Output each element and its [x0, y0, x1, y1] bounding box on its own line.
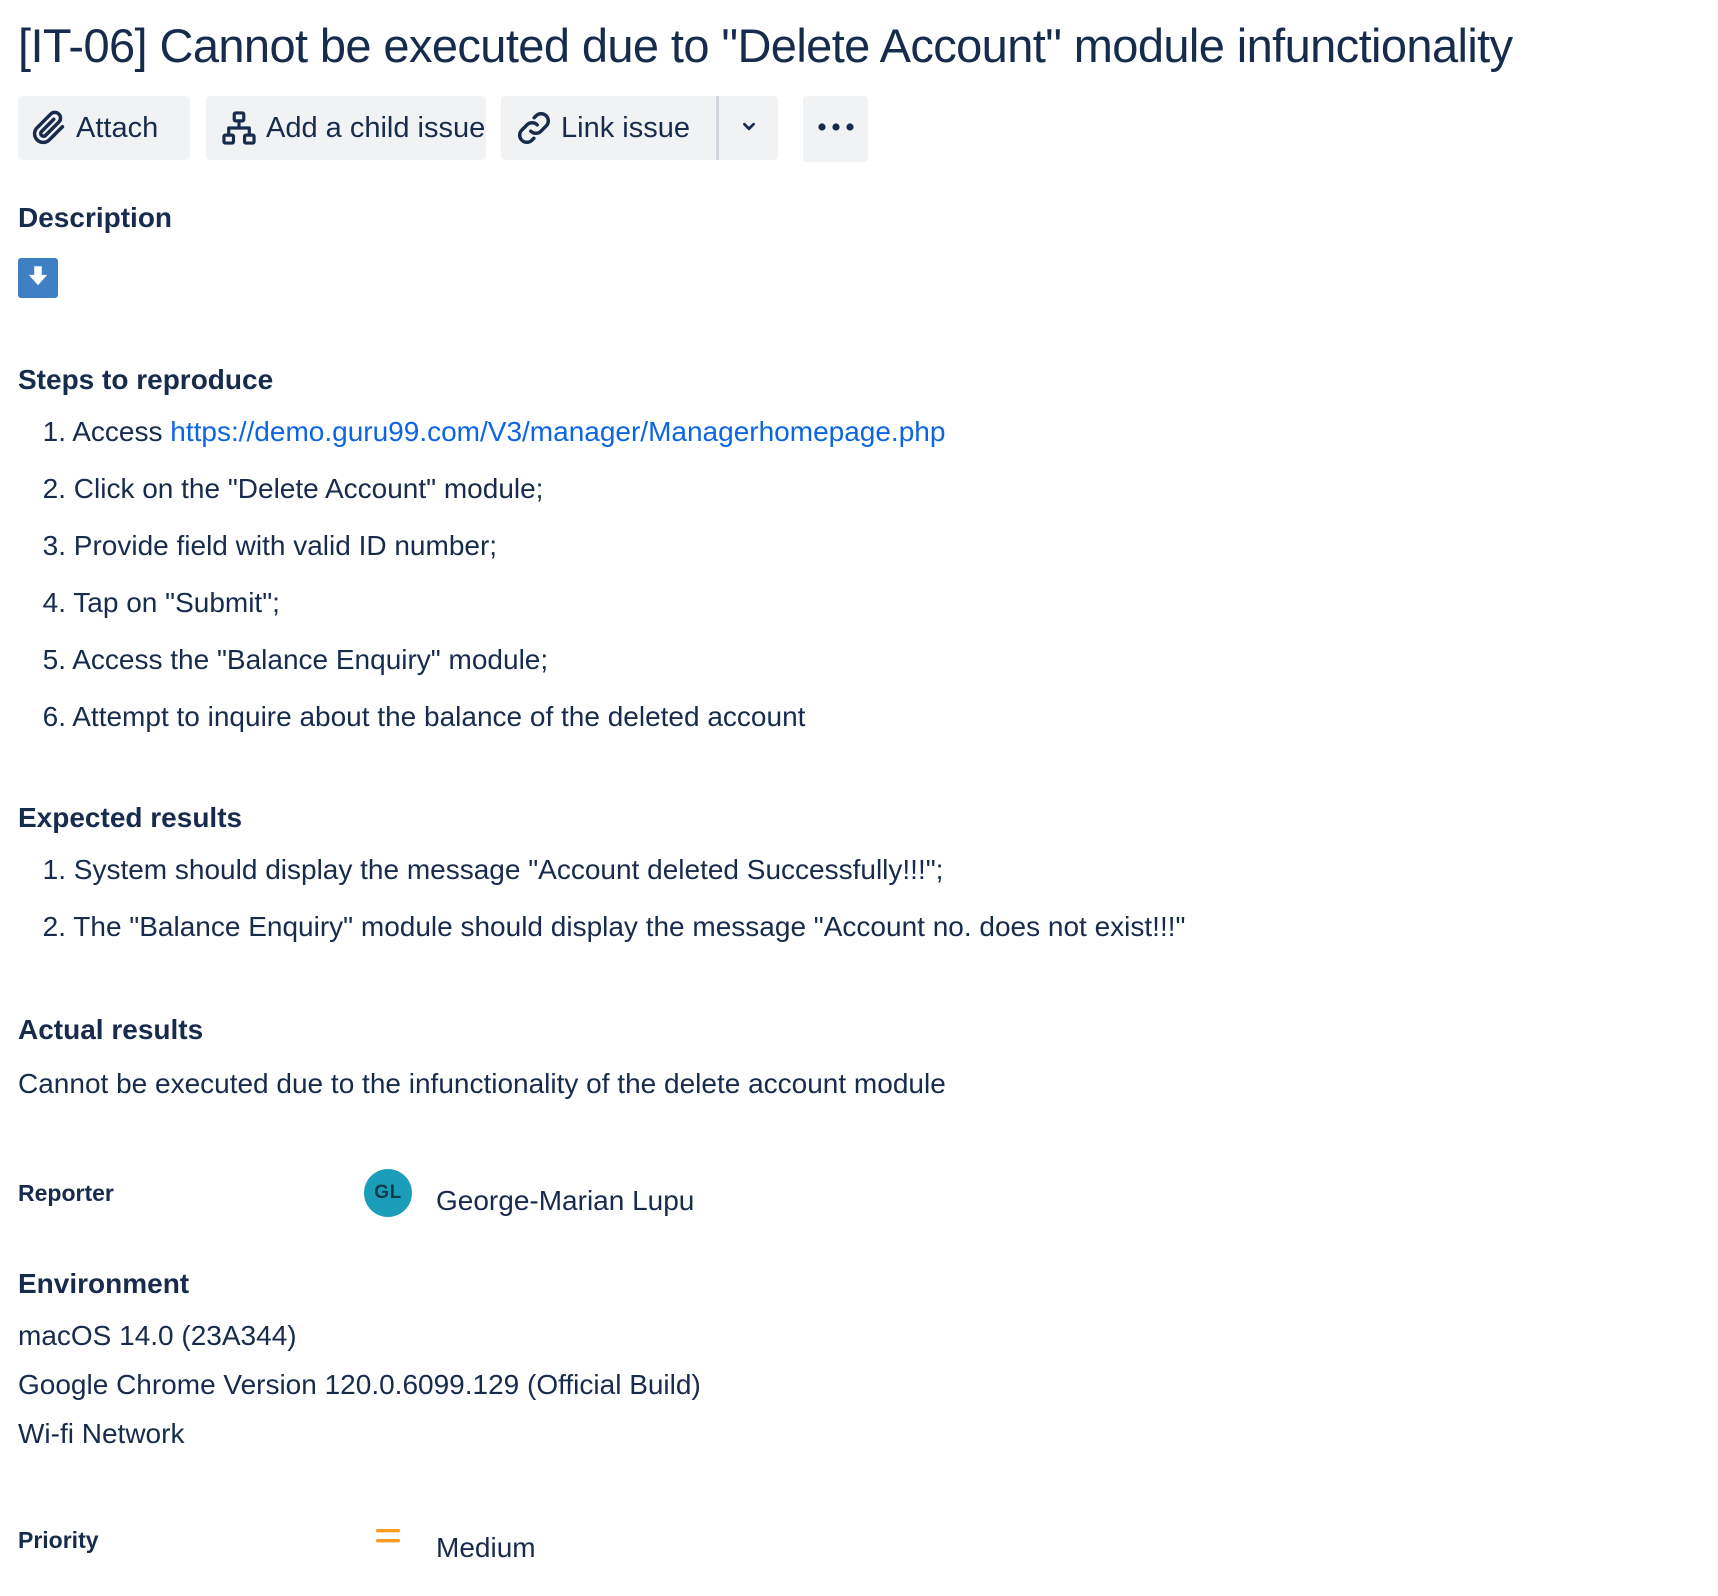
priority-medium-icon [375, 1526, 401, 1546]
description-heading: Description [18, 202, 173, 233]
list-item: 6. Attempt to inquire about the balance … [42, 701, 806, 732]
reporter-name[interactable]: George-Marian Lupu [436, 1185, 694, 1217]
paperclip-icon [30, 109, 68, 147]
chevron-down-icon [738, 115, 760, 142]
issue-title[interactable]: [IT-06] Cannot be executed due to "Delet… [18, 16, 1513, 76]
avatar[interactable]: GL [364, 1169, 412, 1217]
more-actions-button[interactable] [803, 96, 868, 162]
list-item: 1. System should display the message "Ac… [42, 854, 944, 885]
more-horizontal-icon [816, 120, 856, 138]
link-issue-label: Link issue [561, 111, 690, 144]
list-item: 5. Access the "Balance Enquiry" module; [42, 644, 549, 675]
expected-results-heading: Expected results [18, 802, 243, 833]
attach-label: Attach [76, 111, 159, 144]
link-issue-button[interactable]: Link issue [501, 96, 716, 160]
add-child-issue-button[interactable]: Add a child issue [206, 96, 486, 160]
guru99-link[interactable]: https://demo.guru99.com/V3/manager/Manag… [170, 416, 945, 447]
priority-value[interactable]: Medium [436, 1532, 536, 1564]
environment-heading: Environment [18, 1268, 190, 1299]
environment-line: macOS 14.0 (23A344) [18, 1320, 297, 1351]
arrow-down-icon [25, 263, 51, 294]
list-item: 1. Access https://demo.guru99.com/V3/man… [42, 416, 946, 447]
environment-line: Google Chrome Version 120.0.6099.129 (Of… [18, 1369, 701, 1400]
download-badge[interactable] [18, 258, 58, 298]
list-item: 2. The "Balance Enquiry" module should d… [42, 911, 1186, 942]
list-item: 2. Click on the "Delete Account" module; [42, 473, 544, 504]
hierarchy-icon [220, 109, 258, 147]
list-item: 3. Provide field with valid ID number; [42, 530, 498, 561]
priority-label: Priority [18, 1527, 99, 1553]
steps-heading: Steps to reproduce [18, 364, 274, 395]
attach-button[interactable]: Attach [18, 96, 190, 160]
environment-line: Wi-fi Network [18, 1418, 185, 1449]
add-child-issue-label: Add a child issue [266, 111, 486, 144]
actual-results-heading: Actual results [18, 1014, 204, 1045]
actual-results-text: Cannot be executed due to the infunction… [18, 1068, 946, 1099]
list-item: 4. Tap on "Submit"; [42, 587, 280, 618]
link-issue-dropdown-button[interactable] [719, 96, 778, 160]
reporter-label: Reporter [18, 1180, 114, 1206]
link-icon [515, 109, 553, 147]
